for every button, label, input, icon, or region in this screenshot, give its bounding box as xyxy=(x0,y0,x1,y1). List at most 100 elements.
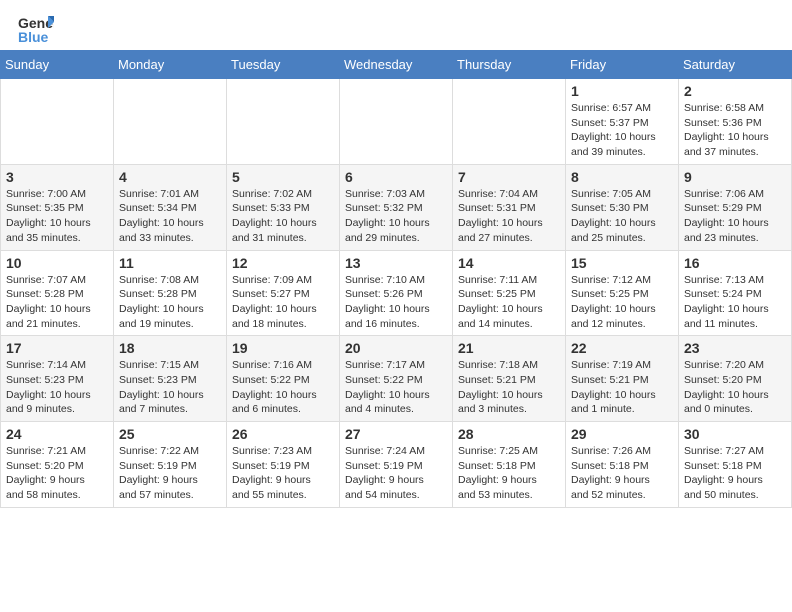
calendar-cell: 6 Sunrise: 7:03 AM Sunset: 5:32 PM Daylig… xyxy=(340,164,453,250)
day-number: 25 xyxy=(119,426,221,442)
day-number: 4 xyxy=(119,169,221,185)
calendar-cell: 9 Sunrise: 7:06 AM Sunset: 5:29 PM Daylig… xyxy=(679,164,792,250)
calendar-cell: 23 Sunrise: 7:20 AM Sunset: 5:20 PM Dayli… xyxy=(679,336,792,422)
day-info: Sunrise: 7:22 AM Sunset: 5:19 PM Dayligh… xyxy=(119,444,221,503)
day-number: 9 xyxy=(684,169,786,185)
calendar-cell: 25 Sunrise: 7:22 AM Sunset: 5:19 PM Dayli… xyxy=(114,422,227,508)
day-number: 14 xyxy=(458,255,560,271)
day-number: 6 xyxy=(345,169,447,185)
day-number: 16 xyxy=(684,255,786,271)
calendar-cell xyxy=(1,79,114,165)
day-number: 1 xyxy=(571,83,673,99)
day-info: Sunrise: 7:25 AM Sunset: 5:18 PM Dayligh… xyxy=(458,444,560,503)
day-info: Sunrise: 7:20 AM Sunset: 5:20 PM Dayligh… xyxy=(684,358,786,417)
calendar-cell: 21 Sunrise: 7:18 AM Sunset: 5:21 PM Dayli… xyxy=(453,336,566,422)
logo: General Blue xyxy=(16,8,54,46)
day-number: 22 xyxy=(571,340,673,356)
day-number: 19 xyxy=(232,340,334,356)
day-number: 10 xyxy=(6,255,108,271)
day-info: Sunrise: 7:11 AM Sunset: 5:25 PM Dayligh… xyxy=(458,273,560,332)
day-number: 28 xyxy=(458,426,560,442)
calendar-cell: 28 Sunrise: 7:25 AM Sunset: 5:18 PM Dayli… xyxy=(453,422,566,508)
calendar-cell: 24 Sunrise: 7:21 AM Sunset: 5:20 PM Dayli… xyxy=(1,422,114,508)
weekday-header: Saturday xyxy=(679,51,792,79)
calendar-cell: 13 Sunrise: 7:10 AM Sunset: 5:26 PM Dayli… xyxy=(340,250,453,336)
day-info: Sunrise: 7:01 AM Sunset: 5:34 PM Dayligh… xyxy=(119,187,221,246)
day-info: Sunrise: 7:24 AM Sunset: 5:19 PM Dayligh… xyxy=(345,444,447,503)
day-number: 29 xyxy=(571,426,673,442)
day-info: Sunrise: 7:06 AM Sunset: 5:29 PM Dayligh… xyxy=(684,187,786,246)
calendar-cell: 18 Sunrise: 7:15 AM Sunset: 5:23 PM Dayli… xyxy=(114,336,227,422)
calendar-cell: 4 Sunrise: 7:01 AM Sunset: 5:34 PM Daylig… xyxy=(114,164,227,250)
day-info: Sunrise: 7:19 AM Sunset: 5:21 PM Dayligh… xyxy=(571,358,673,417)
calendar-cell: 19 Sunrise: 7:16 AM Sunset: 5:22 PM Dayli… xyxy=(227,336,340,422)
weekday-header: Tuesday xyxy=(227,51,340,79)
day-info: Sunrise: 7:04 AM Sunset: 5:31 PM Dayligh… xyxy=(458,187,560,246)
day-info: Sunrise: 7:16 AM Sunset: 5:22 PM Dayligh… xyxy=(232,358,334,417)
day-number: 24 xyxy=(6,426,108,442)
calendar-cell: 8Sunrise: 7:05 AM Sunset: 5:30 PM Daylig… xyxy=(566,164,679,250)
calendar-cell: 16 Sunrise: 7:13 AM Sunset: 5:24 PM Dayli… xyxy=(679,250,792,336)
day-info: Sunrise: 7:13 AM Sunset: 5:24 PM Dayligh… xyxy=(684,273,786,332)
calendar-cell: 22 Sunrise: 7:19 AM Sunset: 5:21 PM Dayli… xyxy=(566,336,679,422)
day-info: Sunrise: 7:00 AM Sunset: 5:35 PM Dayligh… xyxy=(6,187,108,246)
calendar-cell: 12 Sunrise: 7:09 AM Sunset: 5:27 PM Dayli… xyxy=(227,250,340,336)
day-number: 30 xyxy=(684,426,786,442)
day-number: 7 xyxy=(458,169,560,185)
day-number: 3 xyxy=(6,169,108,185)
day-info: Sunrise: 7:18 AM Sunset: 5:21 PM Dayligh… xyxy=(458,358,560,417)
calendar-cell: 15Sunrise: 7:12 AM Sunset: 5:25 PM Dayli… xyxy=(566,250,679,336)
day-number: 21 xyxy=(458,340,560,356)
calendar-cell: 3 Sunrise: 7:00 AM Sunset: 5:35 PM Daylig… xyxy=(1,164,114,250)
day-number: 13 xyxy=(345,255,447,271)
day-number: 12 xyxy=(232,255,334,271)
day-info: Sunrise: 7:02 AM Sunset: 5:33 PM Dayligh… xyxy=(232,187,334,246)
day-number: 23 xyxy=(684,340,786,356)
logo-icon: General Blue xyxy=(16,8,54,46)
day-number: 8 xyxy=(571,169,673,185)
day-info: Sunrise: 7:08 AM Sunset: 5:28 PM Dayligh… xyxy=(119,273,221,332)
day-number: 5 xyxy=(232,169,334,185)
day-number: 18 xyxy=(119,340,221,356)
calendar-cell: 20Sunrise: 7:17 AM Sunset: 5:22 PM Dayli… xyxy=(340,336,453,422)
calendar-table: SundayMondayTuesdayWednesdayThursdayFrid… xyxy=(0,50,792,508)
calendar-cell: 5 Sunrise: 7:02 AM Sunset: 5:33 PM Daylig… xyxy=(227,164,340,250)
day-number: 11 xyxy=(119,255,221,271)
calendar-cell: 1 Sunrise: 6:57 AM Sunset: 5:37 PM Daylig… xyxy=(566,79,679,165)
day-info: Sunrise: 7:12 AM Sunset: 5:25 PM Dayligh… xyxy=(571,273,673,332)
calendar-cell xyxy=(340,79,453,165)
day-info: Sunrise: 7:21 AM Sunset: 5:20 PM Dayligh… xyxy=(6,444,108,503)
day-info: Sunrise: 7:23 AM Sunset: 5:19 PM Dayligh… xyxy=(232,444,334,503)
calendar-cell xyxy=(453,79,566,165)
day-info: Sunrise: 7:15 AM Sunset: 5:23 PM Dayligh… xyxy=(119,358,221,417)
weekday-header: Monday xyxy=(114,51,227,79)
calendar-cell: 14 Sunrise: 7:11 AM Sunset: 5:25 PM Dayli… xyxy=(453,250,566,336)
weekday-header: Thursday xyxy=(453,51,566,79)
calendar-cell xyxy=(227,79,340,165)
calendar-cell: 27 Sunrise: 7:24 AM Sunset: 5:19 PM Dayli… xyxy=(340,422,453,508)
day-number: 2 xyxy=(684,83,786,99)
day-info: Sunrise: 7:27 AM Sunset: 5:18 PM Dayligh… xyxy=(684,444,786,503)
calendar-cell: 11 Sunrise: 7:08 AM Sunset: 5:28 PM Dayli… xyxy=(114,250,227,336)
day-info: Sunrise: 6:57 AM Sunset: 5:37 PM Dayligh… xyxy=(571,101,673,160)
weekday-header: Friday xyxy=(566,51,679,79)
day-info: Sunrise: 7:14 AM Sunset: 5:23 PM Dayligh… xyxy=(6,358,108,417)
calendar-cell: 30 Sunrise: 7:27 AM Sunset: 5:18 PM Dayli… xyxy=(679,422,792,508)
day-info: Sunrise: 7:09 AM Sunset: 5:27 PM Dayligh… xyxy=(232,273,334,332)
svg-text:Blue: Blue xyxy=(18,29,49,45)
weekday-header: Wednesday xyxy=(340,51,453,79)
day-info: Sunrise: 7:10 AM Sunset: 5:26 PM Dayligh… xyxy=(345,273,447,332)
calendar-cell: 29 Sunrise: 7:26 AM Sunset: 5:18 PM Dayli… xyxy=(566,422,679,508)
day-info: Sunrise: 7:03 AM Sunset: 5:32 PM Dayligh… xyxy=(345,187,447,246)
day-info: Sunrise: 7:07 AM Sunset: 5:28 PM Dayligh… xyxy=(6,273,108,332)
calendar-cell: 26 Sunrise: 7:23 AM Sunset: 5:19 PM Dayli… xyxy=(227,422,340,508)
day-number: 26 xyxy=(232,426,334,442)
day-number: 27 xyxy=(345,426,447,442)
weekday-header: Sunday xyxy=(1,51,114,79)
calendar-cell xyxy=(114,79,227,165)
day-info: Sunrise: 7:17 AM Sunset: 5:22 PM Dayligh… xyxy=(345,358,447,417)
day-info: Sunrise: 7:26 AM Sunset: 5:18 PM Dayligh… xyxy=(571,444,673,503)
calendar-cell: 7 Sunrise: 7:04 AM Sunset: 5:31 PM Daylig… xyxy=(453,164,566,250)
day-info: Sunrise: 6:58 AM Sunset: 5:36 PM Dayligh… xyxy=(684,101,786,160)
calendar-cell: 10 Sunrise: 7:07 AM Sunset: 5:28 PM Dayli… xyxy=(1,250,114,336)
